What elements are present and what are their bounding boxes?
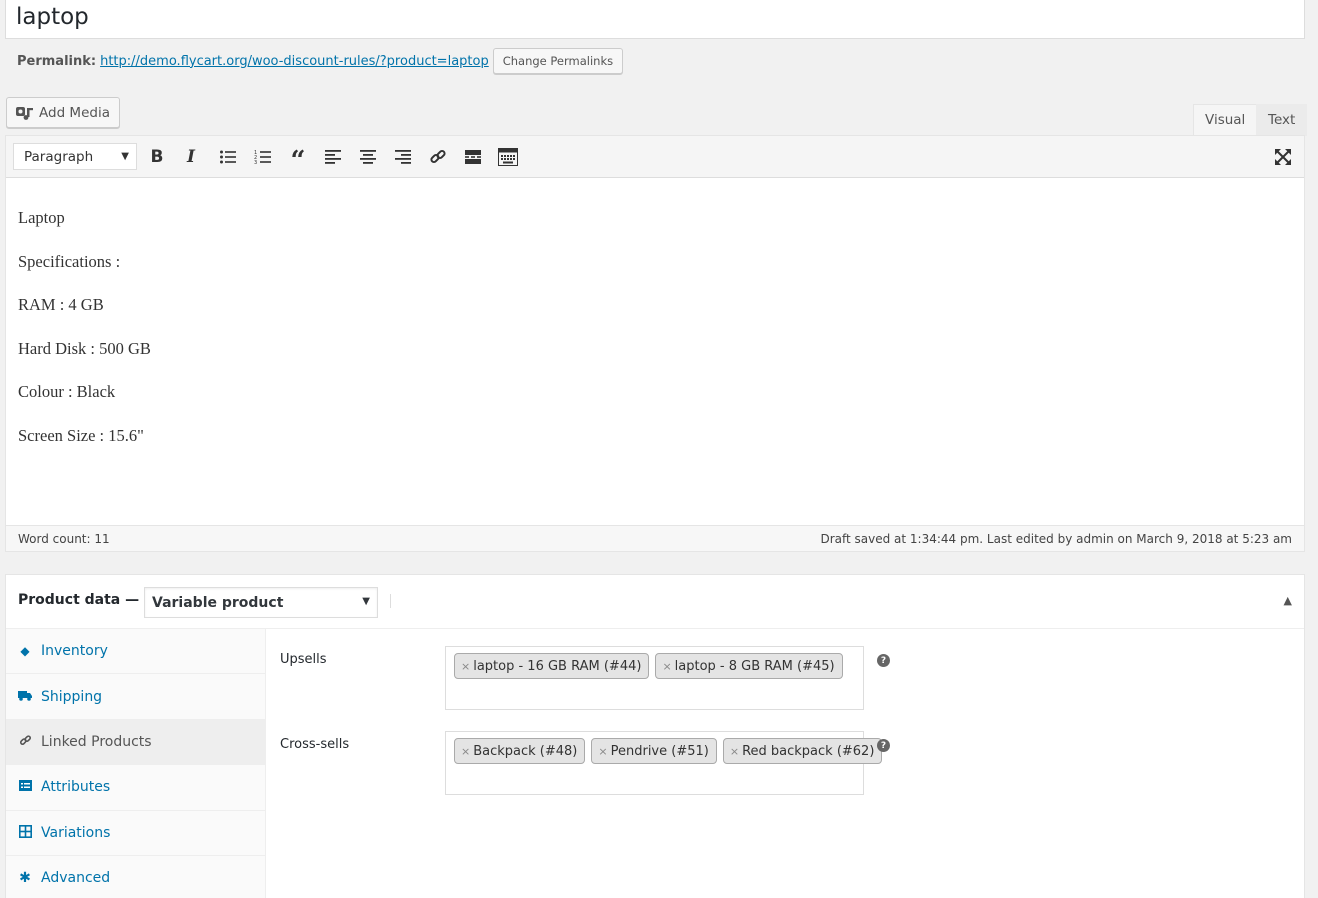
remove-icon[interactable]: × bbox=[461, 745, 470, 758]
toolbar-toggle-icon[interactable] bbox=[495, 144, 521, 170]
cross-sell-chip[interactable]: × Backpack (#48) bbox=[454, 738, 586, 764]
tab-advanced[interactable]: ✱ Advanced bbox=[6, 856, 265, 898]
truck-icon bbox=[18, 690, 32, 704]
tab-label: Inventory bbox=[41, 643, 108, 660]
post-title-input[interactable]: laptop bbox=[5, 0, 1305, 39]
format-select-value: Paragraph bbox=[24, 148, 94, 165]
product-type-select[interactable]: Variable product ▼ bbox=[144, 587, 378, 618]
tab-visual[interactable]: Visual bbox=[1193, 104, 1258, 136]
tab-label: Variations bbox=[41, 824, 111, 841]
product-type-value: Variable product bbox=[152, 594, 284, 611]
permalink-label: Permalink: bbox=[17, 53, 97, 69]
gear-icon: ✱ bbox=[19, 870, 31, 887]
tab-linked-products[interactable]: Linked Products bbox=[6, 719, 265, 766]
product-data-header: Product data — Variable product ▼ ▲ bbox=[6, 575, 1304, 629]
chip-label: Pendrive (#51) bbox=[610, 743, 709, 759]
tag-icon: ◆ bbox=[20, 644, 30, 659]
content-line: Hard Disk : 500 GB bbox=[18, 338, 151, 358]
cross-sells-select[interactable]: × Backpack (#48) × Pendrive (#51) × Red bac… bbox=[445, 731, 883, 795]
format-select[interactable]: Paragraph ▼ bbox=[13, 143, 137, 170]
product-data-panel: Product data — Variable product ▼ ▲ ◆ In… bbox=[5, 574, 1305, 898]
chip-label: laptop - 8 GB RAM (#45) bbox=[674, 658, 835, 674]
italic-icon[interactable]: I bbox=[178, 144, 204, 170]
cross-sell-chip[interactable]: × Pendrive (#51) bbox=[591, 738, 717, 764]
help-icon[interactable]: ? bbox=[877, 739, 890, 752]
chip-label: Red backpack (#62) bbox=[742, 743, 875, 759]
remove-icon[interactable]: × bbox=[461, 660, 470, 673]
content-line: Colour : Black bbox=[18, 382, 116, 402]
grid-icon bbox=[18, 824, 32, 841]
align-right-icon[interactable] bbox=[390, 144, 416, 170]
list-icon bbox=[18, 780, 32, 794]
upsells-label: Upsells bbox=[280, 652, 327, 667]
numbered-list-icon[interactable]: 123 bbox=[250, 144, 276, 170]
upsell-chip[interactable]: × laptop - 8 GB RAM (#45) bbox=[655, 653, 843, 679]
editor-content[interactable]: Laptop Specifications : RAM : 4 GB Hard … bbox=[18, 208, 151, 470]
fullscreen-icon[interactable] bbox=[1270, 144, 1296, 170]
align-left-icon[interactable] bbox=[320, 144, 346, 170]
link-icon[interactable] bbox=[425, 144, 451, 170]
content-line: Laptop bbox=[18, 208, 65, 227]
draft-status: Draft saved at 1:34:44 pm. Last edited b… bbox=[820, 531, 1292, 546]
tab-label: Linked Products bbox=[41, 733, 152, 750]
permalink-url-link[interactable]: http://demo.flycart.org/woo-discount-rul… bbox=[100, 54, 489, 69]
tab-shipping[interactable]: Shipping bbox=[6, 674, 265, 720]
content-editor: Paragraph ▼ B I 123 “ Laptop Specificati… bbox=[5, 135, 1305, 552]
remove-icon[interactable]: × bbox=[598, 745, 607, 758]
help-icon[interactable]: ? bbox=[877, 654, 890, 667]
bold-icon[interactable]: B bbox=[144, 144, 170, 170]
upsell-chip[interactable]: × laptop - 16 GB RAM (#44) bbox=[454, 653, 650, 679]
tab-label: Shipping bbox=[41, 688, 103, 705]
add-media-button[interactable]: Add Media bbox=[6, 97, 120, 128]
tab-label: Attributes bbox=[41, 779, 111, 796]
link-icon bbox=[18, 734, 32, 750]
blockquote-icon[interactable]: “ bbox=[285, 144, 311, 176]
editor-toolbar: Paragraph ▼ B I 123 “ bbox=[6, 136, 1304, 178]
upsells-select[interactable]: × laptop - 16 GB RAM (#44) × laptop - 8 GB… bbox=[445, 646, 864, 710]
content-line: Specifications : bbox=[18, 251, 121, 271]
tab-label: Advanced bbox=[41, 870, 111, 887]
change-permalinks-button[interactable]: Change Permalinks bbox=[492, 48, 624, 74]
tab-text[interactable]: Text bbox=[1256, 104, 1308, 136]
tab-attributes[interactable]: Attributes bbox=[6, 765, 265, 811]
product-data-title: Product data — bbox=[18, 592, 140, 608]
cross-sell-chip[interactable]: × Red backpack (#62) bbox=[722, 738, 883, 764]
post-title-text: laptop bbox=[16, 4, 89, 30]
media-icon bbox=[15, 104, 35, 122]
read-more-icon[interactable] bbox=[460, 144, 486, 170]
editor-statusbar: Word count: 11 Draft saved at 1:34:44 pm… bbox=[6, 525, 1304, 551]
product-data-tabs: ◆ Inventory Shipping Linked Products Att… bbox=[6, 629, 266, 898]
chevron-down-icon: ▼ bbox=[121, 151, 129, 162]
svg-text:3: 3 bbox=[254, 160, 257, 165]
permalink-row: Permalink: http://demo.flycart.org/woo-d… bbox=[17, 48, 624, 74]
cross-sells-label: Cross-sells bbox=[280, 737, 350, 752]
remove-icon[interactable]: × bbox=[662, 660, 671, 673]
word-count: Word count: 11 bbox=[18, 531, 110, 546]
tab-inventory[interactable]: ◆ Inventory bbox=[6, 629, 265, 675]
chip-label: laptop - 16 GB RAM (#44) bbox=[473, 658, 642, 674]
remove-icon[interactable]: × bbox=[730, 745, 739, 758]
content-line: RAM : 4 GB bbox=[18, 295, 104, 315]
chevron-down-icon: ▼ bbox=[362, 596, 370, 607]
collapse-toggle-icon[interactable]: ▲ bbox=[1284, 594, 1292, 607]
content-line: Screen Size : 15.6" bbox=[18, 425, 144, 445]
header-divider bbox=[390, 594, 391, 608]
tab-variations[interactable]: Variations bbox=[6, 811, 265, 856]
align-center-icon[interactable] bbox=[355, 144, 381, 170]
bulleted-list-icon[interactable] bbox=[215, 144, 241, 170]
add-media-label: Add Media bbox=[39, 104, 110, 121]
chip-label: Backpack (#48) bbox=[473, 743, 578, 759]
